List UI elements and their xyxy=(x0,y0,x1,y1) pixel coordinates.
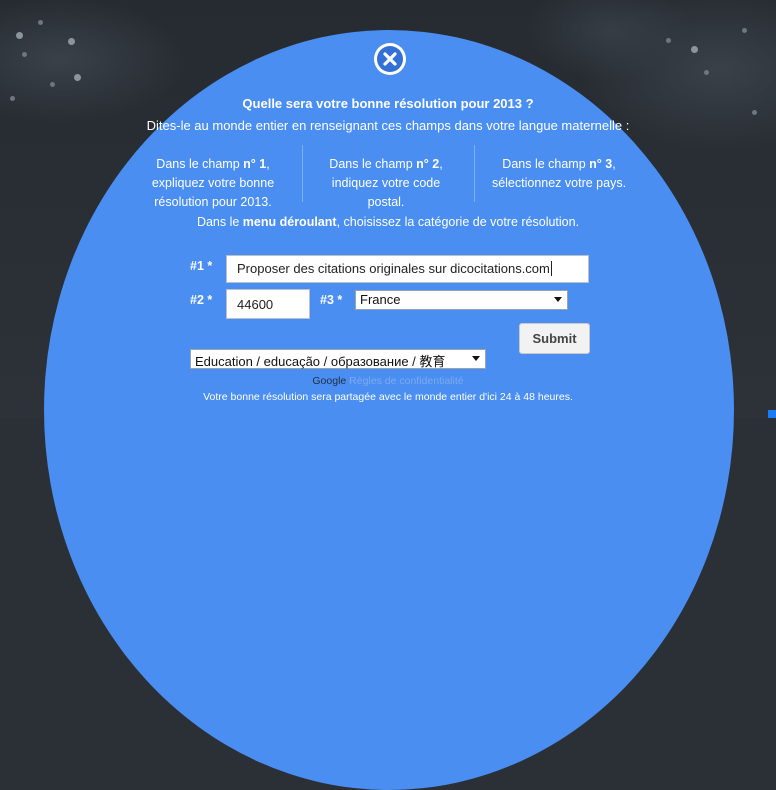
postal-code-value: 44600 xyxy=(237,297,274,312)
instruction-field-3: Dans le champ n° 3, sélectionnez votre p… xyxy=(491,157,627,190)
instruction-field-2: Dans le champ n° 2, indiquez votre code … xyxy=(329,157,443,209)
postal-code-input[interactable]: 44600 xyxy=(226,289,310,319)
field-1-label: #1 * xyxy=(190,259,213,273)
country-select-value: France xyxy=(360,292,401,307)
resolution-input[interactable]: Proposer des citations originales sur di… xyxy=(226,255,589,283)
google-privacy-line: Google Règles de confidentialité xyxy=(0,375,776,387)
privacy-link[interactable]: Règles de confidentialité xyxy=(349,375,463,387)
dialog-title: Quelle sera votre bonne résolution pour … xyxy=(242,96,534,111)
instruction-field-1: Dans le champ n° 1, expliquez votre bonn… xyxy=(151,157,275,209)
column-divider xyxy=(474,145,475,202)
category-select-value: Education / educação / образование / 教育 xyxy=(195,354,446,369)
field-2-label: #2 * xyxy=(190,293,213,307)
field-3-label: #3 * xyxy=(320,293,343,307)
close-button[interactable] xyxy=(374,43,406,75)
instruction-menu: Dans le menu déroulant, choisissez la ca… xyxy=(196,215,580,229)
resolution-dialog: Quelle sera votre bonne résolution pour … xyxy=(0,0,776,418)
chevron-down-icon xyxy=(472,356,480,361)
footer-note: Votre bonne résolution sera partagée ave… xyxy=(203,391,573,403)
chevron-down-icon xyxy=(554,297,562,302)
close-x-glyph xyxy=(383,52,397,66)
google-label: Google xyxy=(312,375,347,387)
column-divider xyxy=(302,145,303,202)
country-select[interactable]: France xyxy=(355,290,568,310)
submit-button[interactable]: Submit xyxy=(519,323,590,354)
resolution-input-value: Proposer des citations originales sur di… xyxy=(237,261,550,276)
dialog-subtitle: Dites-le au monde entier en renseignant … xyxy=(146,118,630,133)
category-select[interactable]: Education / educação / образование / 教育 xyxy=(190,349,486,369)
